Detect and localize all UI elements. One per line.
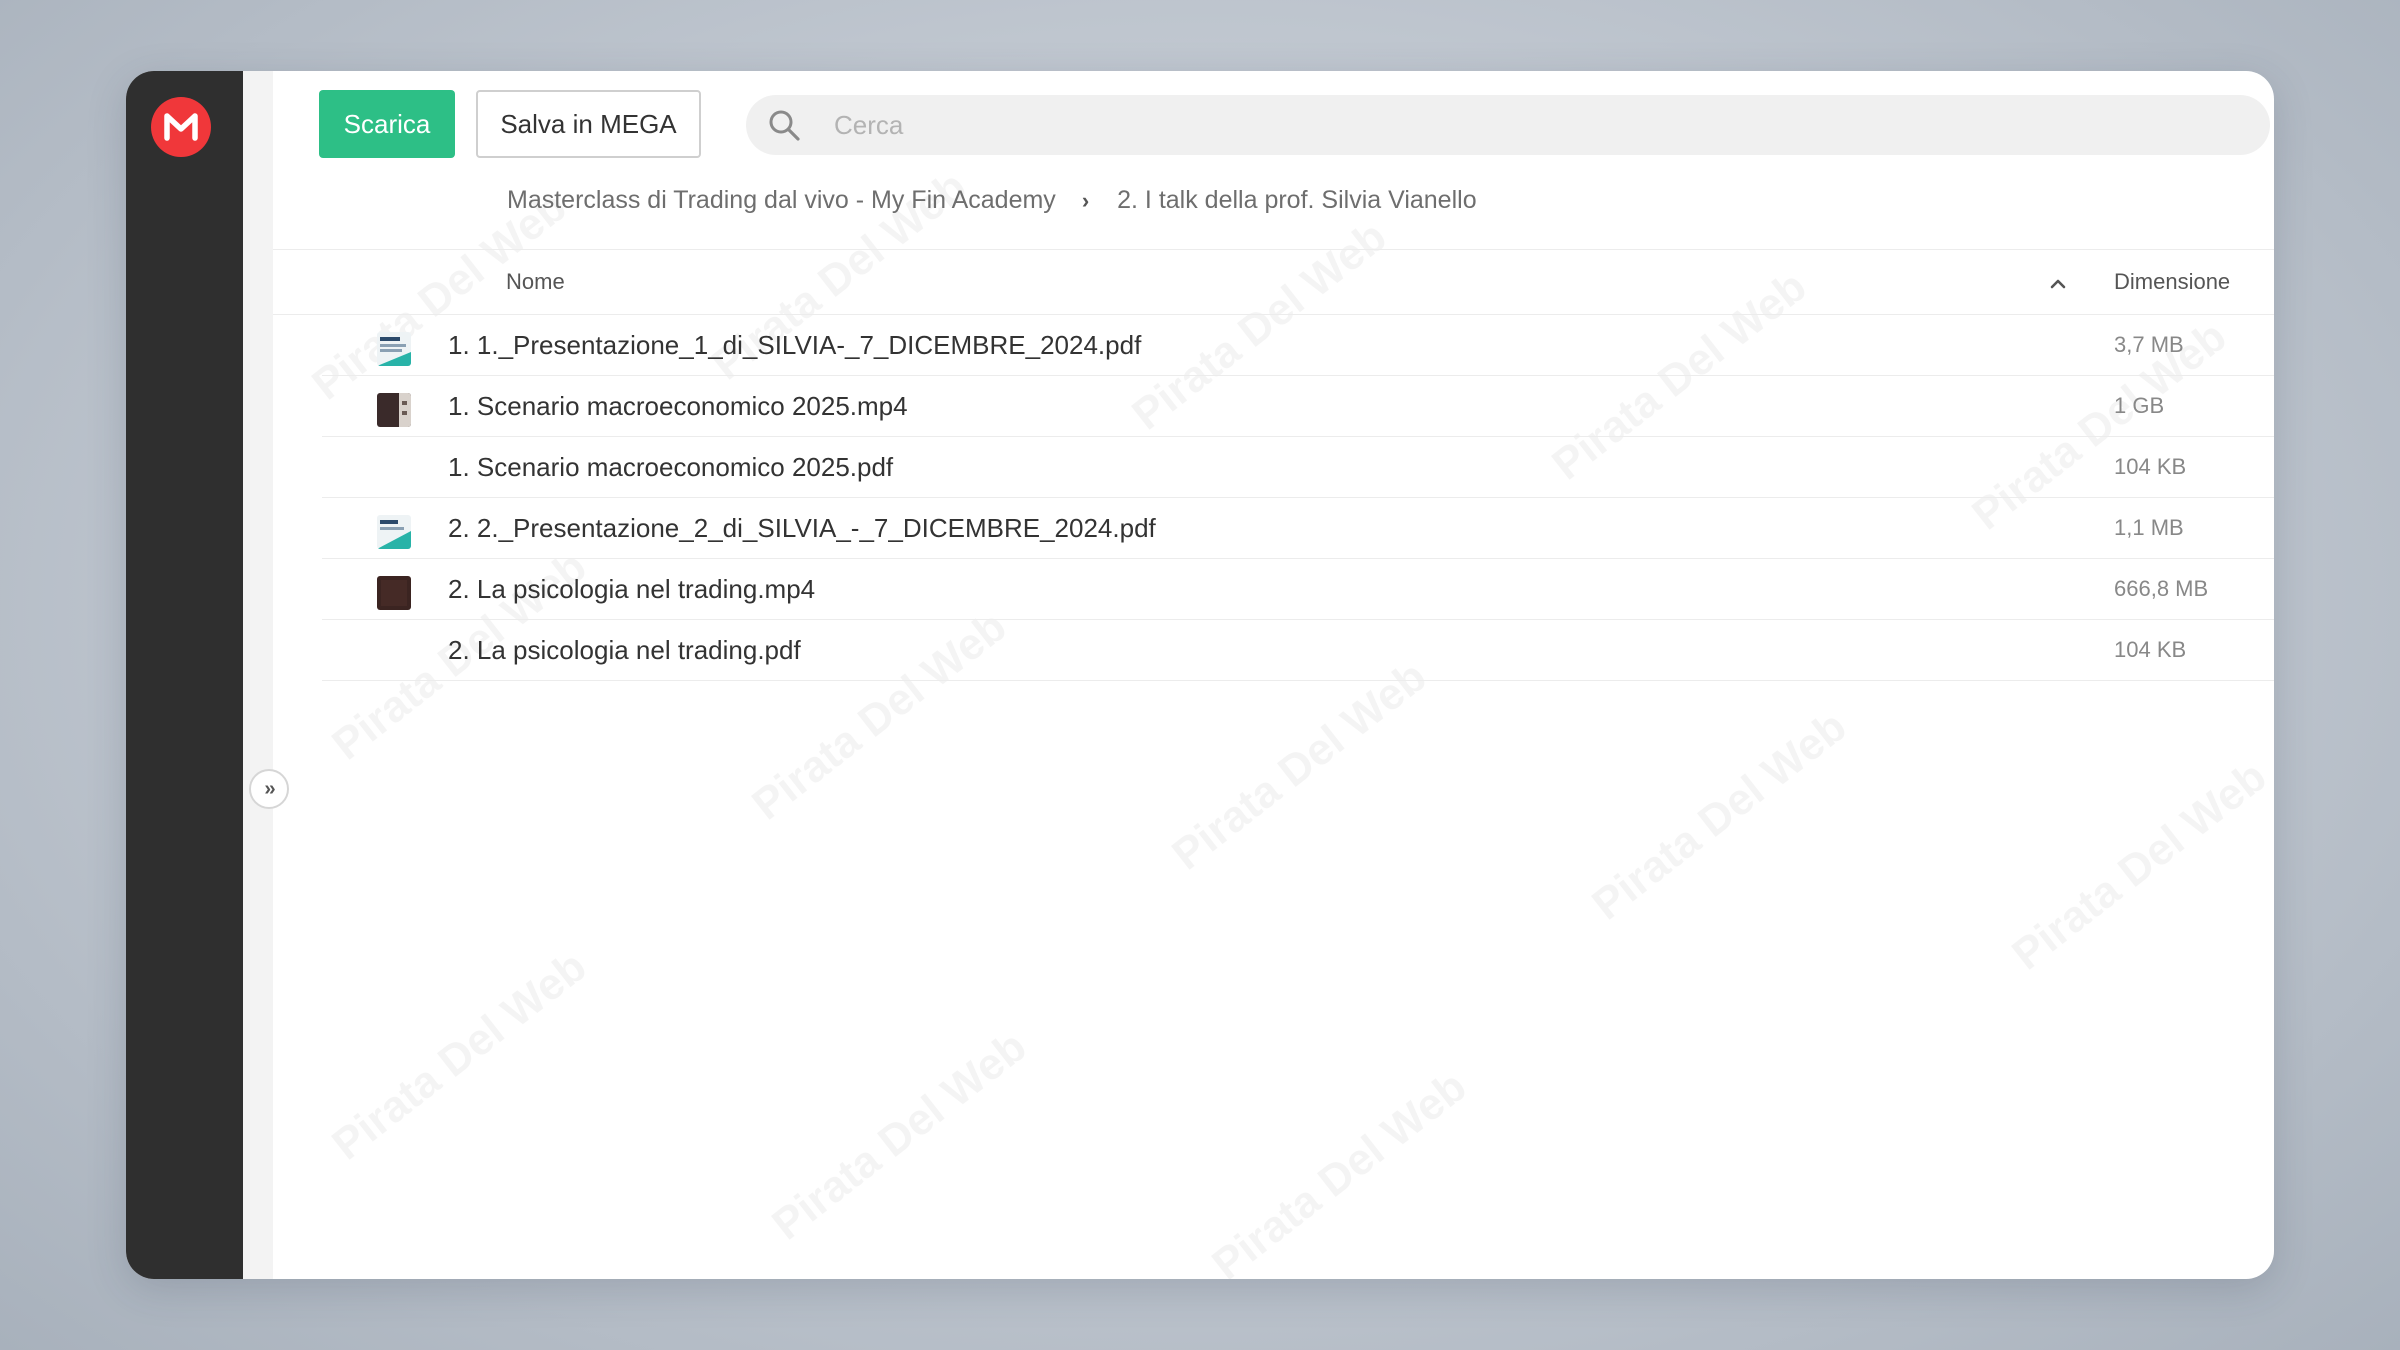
search-icon	[764, 105, 804, 145]
save-to-mega-button[interactable]: Salva in MEGA	[476, 90, 701, 158]
column-header-name[interactable]: Nome	[506, 250, 565, 314]
file-size: 1 GB	[2114, 393, 2165, 418]
watermark: Pirata Del Web	[763, 1022, 1036, 1251]
file-name: 1. Scenario macroeconomico 2025.pdf	[448, 452, 894, 482]
file-size: 1,1 MB	[2114, 515, 2184, 540]
video-thumbnail-icon	[377, 576, 411, 610]
mega-window: Pirata Del Web Pirata Del Web Pirata Del…	[126, 71, 2274, 1279]
table-row[interactable]: 2. La psicologia nel trading.pdf 104 KB …	[322, 620, 2274, 681]
watermark: Pirata Del Web	[1583, 702, 1856, 931]
file-name: 2. 2._Presentazione_2_di_SILVIA_-_7_DICE…	[448, 513, 1156, 543]
expand-sidebar-button[interactable]: ››	[249, 769, 289, 809]
table-row[interactable]: 1. Scenario macroeconomico 2025.pdf 104 …	[322, 437, 2274, 498]
watermark: Pirata Del Web	[1163, 652, 1436, 881]
chevron-right-icon: ›	[1081, 187, 1090, 213]
mega-m-icon	[164, 113, 198, 141]
table-row[interactable]: 2. 2._Presentazione_2_di_SILVIA_-_7_DICE…	[322, 498, 2274, 559]
breadcrumb: Masterclass di Trading dal vivo - My Fin…	[507, 186, 1477, 215]
search-input[interactable]	[834, 109, 2134, 141]
breadcrumb-item-root[interactable]: Masterclass di Trading dal vivo - My Fin…	[507, 186, 1056, 215]
table-row[interactable]: 2. La psicologia nel trading.mp4 666,8 M…	[322, 559, 2274, 620]
sidebar	[126, 71, 243, 1279]
sort-ascending-icon[interactable]	[2049, 250, 2079, 314]
watermark: Pirata Del Web	[1203, 1062, 1476, 1279]
file-size: 3,7 MB	[2114, 332, 2184, 357]
double-chevron-right-icon: ››	[264, 777, 275, 800]
video-thumbnail-icon	[377, 393, 411, 427]
watermark: Pirata Del Web	[2003, 752, 2274, 981]
file-name: 1. 1._Presentazione_1_di_SILVIA-_7_DICEM…	[448, 330, 1142, 360]
pdf-thumbnail-icon	[377, 515, 411, 549]
side-rail	[243, 71, 273, 1279]
file-list: 1. 1._Presentazione_1_di_SILVIA-_7_DICEM…	[322, 315, 2274, 681]
file-size: 104 KB	[2114, 454, 2187, 479]
column-header-size[interactable]: Dimensione	[2114, 250, 2230, 314]
table-row[interactable]: 1. 1._Presentazione_1_di_SILVIA-_7_DICEM…	[322, 315, 2274, 376]
file-size: 104 KB	[2114, 637, 2187, 662]
pdf-thumbnail-icon	[377, 332, 411, 366]
file-name: 1. Scenario macroeconomico 2025.mp4	[448, 391, 908, 421]
watermark: Pirata Del Web	[323, 942, 596, 1171]
table-header: Nome Dimensione Tipo	[273, 249, 2274, 315]
file-name: 2. La psicologia nel trading.pdf	[448, 635, 801, 665]
table-row[interactable]: 1. Scenario macroeconomico 2025.mp4 1 GB…	[322, 376, 2274, 437]
search-bar[interactable]	[746, 95, 2270, 155]
file-size: 666,8 MB	[2114, 576, 2209, 601]
file-name: 2. La psicologia nel trading.mp4	[448, 574, 816, 604]
breadcrumb-item-current[interactable]: 2. I talk della prof. Silvia Vianello	[1117, 186, 1476, 215]
mega-logo[interactable]	[151, 97, 211, 157]
download-button[interactable]: Scarica	[319, 90, 455, 158]
